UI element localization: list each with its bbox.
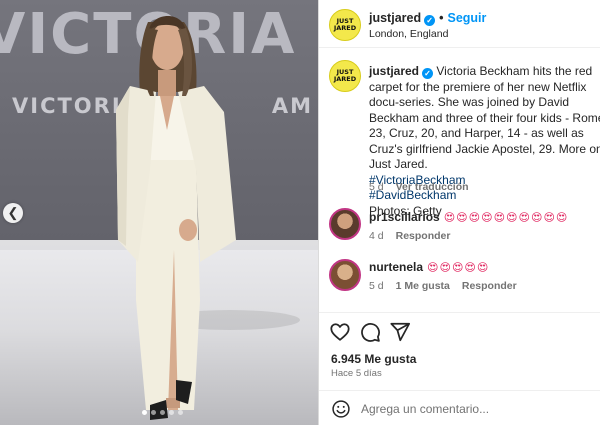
carousel-dot	[160, 410, 165, 415]
author-avatar[interactable]: JUST JARED	[329, 9, 361, 41]
post-actions	[319, 312, 600, 350]
comment-row: nurtenela 😍😍😍😍😍	[369, 260, 489, 274]
comment-text: 😍😍😍😍😍😍😍😍😍😍	[443, 211, 569, 224]
share-icon	[390, 322, 411, 342]
caption-text: Victoria Beckham hits the red carpet for…	[369, 64, 600, 171]
comment-username[interactable]: nurtenela	[369, 260, 423, 274]
heart-icon	[330, 323, 350, 341]
comment-likes[interactable]: 1 Me gusta	[396, 280, 450, 292]
comment-button[interactable]	[359, 321, 381, 343]
carousel-dot	[178, 410, 183, 415]
comment-icon	[361, 323, 380, 342]
post-comments-area[interactable]: JUST JARED justjared ✓ Victoria Beckham h…	[319, 48, 600, 312]
post-panel: JUST JARED justjared ✓ • Seguir London, Eng…	[318, 0, 600, 425]
add-comment-bar	[319, 390, 600, 425]
header-name-row: justjared ✓ • Seguir	[369, 11, 486, 26]
comment-input[interactable]	[361, 399, 591, 419]
post-date[interactable]: Hace 5 días	[331, 368, 382, 379]
separator-dot: •	[439, 11, 444, 25]
carousel-dot	[169, 410, 174, 415]
like-button[interactable]	[329, 321, 351, 343]
author-username[interactable]: justjared	[369, 11, 421, 25]
avatar-logo-line2: JARED	[333, 75, 357, 83]
previous-photo-button[interactable]: ❮	[3, 203, 23, 223]
verified-badge-icon: ✓	[422, 68, 434, 79]
verified-badge-icon: ✓	[424, 15, 436, 26]
chevron-left-icon: ❮	[7, 205, 19, 220]
comment-time[interactable]: 4 d	[369, 230, 384, 242]
commenter-avatar[interactable]	[329, 208, 361, 240]
comment-time[interactable]: 5 d	[369, 280, 384, 292]
carousel-dot	[142, 410, 147, 415]
avatar-logo-line2: JARED	[333, 24, 357, 32]
likes-count[interactable]: 6.945 Me gusta	[331, 352, 416, 366]
share-button[interactable]	[389, 321, 411, 343]
carousel-dot	[151, 410, 156, 415]
smile-icon[interactable]	[331, 399, 351, 419]
post-header: JUST JARED justjared ✓ • Seguir London, Eng…	[319, 0, 600, 48]
carousel-indicator	[142, 410, 183, 415]
commenter-avatar[interactable]	[329, 259, 361, 291]
caption-time[interactable]: 5 d	[369, 181, 384, 193]
reply-button[interactable]: Responder	[462, 280, 517, 292]
post-photo[interactable]: VICTORIA VICTORIAAM ❮	[0, 0, 318, 425]
comment-meta: 4 d Responder	[369, 230, 450, 242]
post-location[interactable]: London, England	[369, 28, 448, 40]
see-translation-button[interactable]: Ver traducción	[396, 181, 469, 193]
follow-button[interactable]: Seguir	[448, 11, 487, 25]
reply-button[interactable]: Responder	[396, 230, 451, 242]
post-caption: justjared ✓ Victoria Beckham hits the red…	[369, 64, 600, 219]
person-figure	[116, 16, 300, 420]
comment-text: 😍😍😍😍😍	[427, 261, 490, 274]
comment-meta: 5 d 1 Me gusta Responder	[369, 280, 517, 292]
caption-meta: 5 d Ver traducción	[369, 181, 469, 193]
comment-username[interactable]: pr1scillarios	[369, 210, 440, 224]
caption-username[interactable]: justjared	[369, 64, 419, 78]
caption-author-avatar[interactable]: JUST JARED	[329, 60, 361, 92]
comment-row: pr1scillarios 😍😍😍😍😍😍😍😍😍😍	[369, 210, 568, 224]
